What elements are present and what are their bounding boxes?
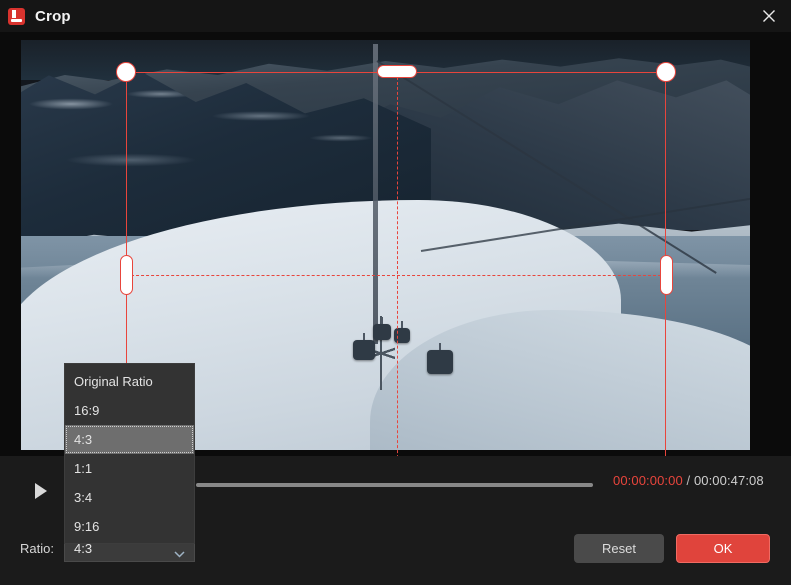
top-center-handle[interactable] bbox=[377, 65, 417, 78]
play-icon[interactable] bbox=[28, 478, 54, 504]
middle-left-handle[interactable] bbox=[120, 255, 133, 295]
app-logo-icon bbox=[8, 7, 25, 25]
current-time: 00:00:00:00 bbox=[613, 473, 683, 488]
ratio-option-1-1[interactable]: 1:1 bbox=[65, 454, 194, 483]
ratio-label: Ratio: bbox=[20, 541, 54, 556]
ratio-option-3-4[interactable]: 3:4 bbox=[65, 483, 194, 512]
close-icon[interactable] bbox=[747, 0, 791, 32]
page-title: Crop bbox=[35, 7, 71, 25]
ratio-option-4-3[interactable]: 4:3 bbox=[65, 425, 194, 454]
gondola-cabin bbox=[394, 321, 410, 343]
reset-button[interactable]: Reset bbox=[574, 534, 664, 563]
top-right-handle[interactable] bbox=[656, 62, 676, 82]
ratio-dropdown-menu[interactable]: Original Ratio 16:9 4:3 1:1 3:4 9:16 bbox=[64, 363, 195, 544]
chevron-down-icon bbox=[174, 545, 185, 563]
time-separator: / bbox=[686, 473, 691, 488]
total-time: 00:00:47:08 bbox=[693, 473, 764, 488]
ok-button[interactable]: OK bbox=[676, 534, 770, 563]
timeline-scrubber[interactable] bbox=[196, 483, 593, 487]
middle-right-handle[interactable] bbox=[660, 255, 673, 295]
ratio-option-original[interactable]: Original Ratio bbox=[65, 367, 194, 396]
gondola-cabin bbox=[353, 333, 375, 360]
cable-mast bbox=[373, 44, 378, 344]
timecode-display: 00:00:00:00 / 00:00:47:08 bbox=[613, 473, 764, 488]
gondola-cabin bbox=[427, 343, 453, 374]
gondola-cabin bbox=[373, 317, 391, 340]
top-left-handle[interactable] bbox=[116, 62, 136, 82]
crop-dialog: Crop 00:00:00:00 / 00:00:47:08 Ratio: 4:… bbox=[0, 0, 791, 585]
ratio-option-9-16[interactable]: 9:16 bbox=[65, 512, 194, 541]
title-bar: Crop bbox=[0, 0, 791, 32]
ratio-option-16-9[interactable]: 16:9 bbox=[65, 396, 194, 425]
